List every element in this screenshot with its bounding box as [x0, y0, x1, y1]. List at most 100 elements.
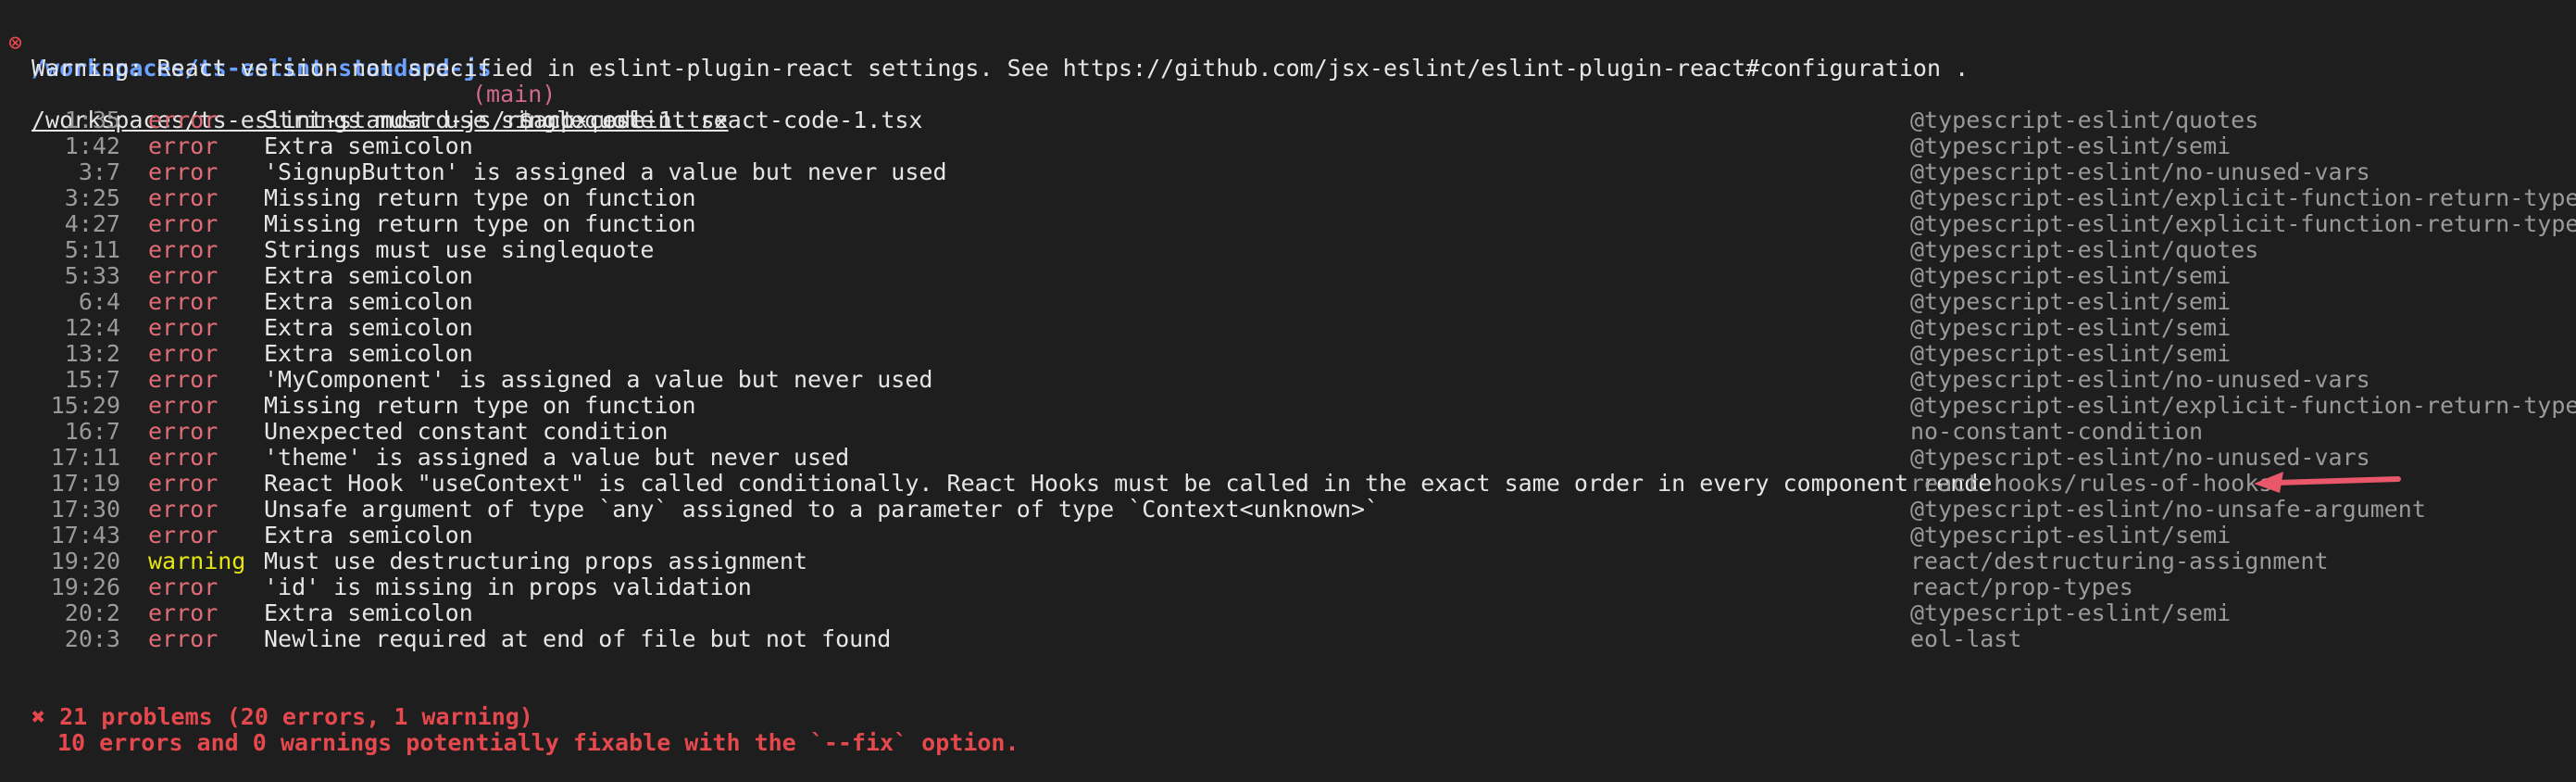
result-message: Extra semicolon — [264, 132, 473, 159]
result-message: Missing return type on function — [264, 184, 696, 211]
result-rule: @typescript-eslint/no-unsafe-argument — [1910, 496, 2426, 523]
result-rule: @typescript-eslint/no-unused-vars — [1910, 444, 2370, 471]
lint-result-row: 17:11 error 'theme' is assigned a value bu… — [0, 445, 2576, 471]
result-severity: error — [148, 522, 219, 549]
result-rule: no-constant-condition — [1910, 418, 2204, 445]
result-severity: error — [148, 262, 219, 289]
lint-result-row: 3:7 error 'SignupButton' is assigned a val… — [0, 159, 2576, 185]
result-rule: react/destructuring-assignment — [1910, 548, 2329, 574]
result-severity: error — [148, 392, 219, 419]
result-severity: error — [148, 599, 219, 626]
lint-result-row: 3:25 error Missing return type on function… — [0, 185, 2576, 211]
result-rule: @typescript-eslint/semi — [1910, 599, 2232, 626]
result-message: Strings must use singlequote — [264, 236, 655, 263]
result-rule: @typescript-eslint/semi — [1910, 340, 2232, 367]
result-location: 1:42 — [64, 132, 120, 159]
result-rule: @typescript-eslint/semi — [1910, 132, 2232, 159]
result-message: Extra semicolon — [264, 314, 473, 341]
lint-result-row: 5:11 error Strings must use singlequote @ty… — [0, 237, 2576, 263]
lint-result-row: 12:4 error Extra semicolon @typescript-esli… — [0, 315, 2576, 341]
result-rule: @typescript-eslint/quotes — [1910, 236, 2259, 263]
result-rule: @typescript-eslint/explicit-function-ret… — [1910, 184, 2576, 211]
result-message: Missing return type on function — [264, 210, 696, 237]
result-severity: error — [148, 314, 219, 341]
result-rule: react/prop-types — [1910, 574, 2133, 600]
lint-result-row: 16:7 error Unexpected constant condition no… — [0, 419, 2576, 445]
react-version-warning: Warning: React version not specified in … — [31, 55, 1970, 82]
result-message: Strings must use singlequote — [264, 107, 655, 133]
result-severity: error — [148, 418, 219, 445]
prompt-line: ⊗ /workspaces/ts-eslint-standard-js (mai… — [0, 4, 2576, 133]
result-severity: error — [148, 184, 219, 211]
result-message: React Hook "useContext" is called condit… — [264, 470, 2007, 497]
result-location: 5:11 — [64, 236, 120, 263]
result-location: 3:25 — [64, 184, 120, 211]
red-arrow-icon — [2254, 472, 2401, 493]
lint-result-row: 1:35 error Strings must use singlequote @ty… — [0, 107, 2576, 133]
result-rule: @typescript-eslint/semi — [1910, 288, 2232, 315]
result-rule: @typescript-eslint/semi — [1910, 314, 2232, 341]
result-location: 19:20 — [50, 548, 120, 574]
result-rule: @typescript-eslint/semi — [1910, 522, 2232, 549]
result-location: 20:3 — [64, 625, 120, 652]
result-severity: error — [148, 107, 219, 133]
result-location: 17:30 — [50, 496, 120, 523]
lint-result-row: 5:33 error Extra semicolon @typescript-esli… — [0, 263, 2576, 289]
lint-result-row: 20:2 error Extra semicolon @typescript-esli… — [0, 600, 2576, 626]
result-severity: error — [148, 340, 219, 367]
result-rule: @typescript-eslint/semi — [1910, 262, 2232, 289]
result-severity: error — [148, 366, 219, 393]
result-message: Extra semicolon — [264, 288, 473, 315]
lint-result-row: 19:26 error 'id' is missing in props valid… — [0, 574, 2576, 600]
lint-result-row: 1:42 error Extra semicolon @typescript-esli… — [0, 133, 2576, 159]
lint-result-row: 13:2 error Extra semicolon @typescript-esli… — [0, 341, 2576, 367]
result-message: 'SignupButton' is assigned a value but n… — [264, 158, 947, 185]
result-message: Unexpected constant condition — [264, 418, 669, 445]
result-severity: error — [148, 132, 219, 159]
result-severity: error — [148, 496, 219, 523]
result-message: Missing return type on function — [264, 392, 696, 419]
result-severity: error — [148, 210, 219, 237]
result-rule: @typescript-eslint/no-unused-vars — [1910, 158, 2370, 185]
result-message: Must use destructuring props assignment — [264, 548, 807, 574]
lint-result-row: 4:27 error Missing return type on function… — [0, 211, 2576, 237]
result-rule: @typescript-eslint/no-unused-vars — [1910, 366, 2370, 393]
result-rule: @typescript-eslint/explicit-function-ret… — [1910, 392, 2576, 419]
result-location: 12:4 — [64, 314, 120, 341]
result-location: 13:2 — [64, 340, 120, 367]
result-location: 17:11 — [50, 444, 120, 471]
lint-result-row: 15:7 error 'MyComponent' is assigned a val… — [0, 367, 2576, 393]
result-message: 'theme' is assigned a value but never us… — [264, 444, 850, 471]
result-message: Extra semicolon — [264, 599, 473, 626]
lint-result-row: 20:3 error Newline required at end of file… — [0, 626, 2576, 652]
result-message: 'MyComponent' is assigned a value but ne… — [264, 366, 933, 393]
result-message: Extra semicolon — [264, 262, 473, 289]
result-message: Extra semicolon — [264, 340, 473, 367]
lint-result-row: 17:43 error Extra semicolon @typescript-esl… — [0, 523, 2576, 549]
result-message: Unsafe argument of type `any` assigned t… — [264, 496, 1380, 523]
lint-result-row: 15:29 error Missing return type on functio… — [0, 393, 2576, 419]
result-location: 1:35 — [64, 107, 120, 133]
result-location: 16:7 — [64, 418, 120, 445]
result-severity: error — [148, 574, 219, 600]
result-location: 17:19 — [50, 470, 120, 497]
result-severity: error — [148, 288, 219, 315]
result-rule: @typescript-eslint/explicit-function-ret… — [1910, 210, 2576, 237]
result-location: 4:27 — [64, 210, 120, 237]
result-message: Extra semicolon — [264, 522, 473, 549]
result-severity: error — [148, 236, 219, 263]
result-location: 19:26 — [50, 574, 120, 600]
result-message: Newline required at end of file but not … — [264, 625, 892, 652]
result-severity: warning — [148, 548, 246, 574]
result-severity: error — [148, 470, 219, 497]
result-severity: error — [148, 444, 219, 471]
result-location: 17:43 — [50, 522, 120, 549]
lint-result-row: 19:20 warning Must use destructuring props… — [0, 549, 2576, 574]
terminal-window[interactable]: ⊗ /workspaces/ts-eslint-standard-js (mai… — [0, 0, 2576, 756]
result-rule: react-hooks/rules-of-hooks — [1910, 470, 2273, 497]
result-message: 'id' is missing in props validation — [264, 574, 752, 600]
result-location: 5:33 — [64, 262, 120, 289]
lint-result-row: 6:4 error Extra semicolon @typescript-eslin… — [0, 289, 2576, 315]
result-location: 20:2 — [64, 599, 120, 626]
result-location: 3:7 — [78, 158, 120, 185]
